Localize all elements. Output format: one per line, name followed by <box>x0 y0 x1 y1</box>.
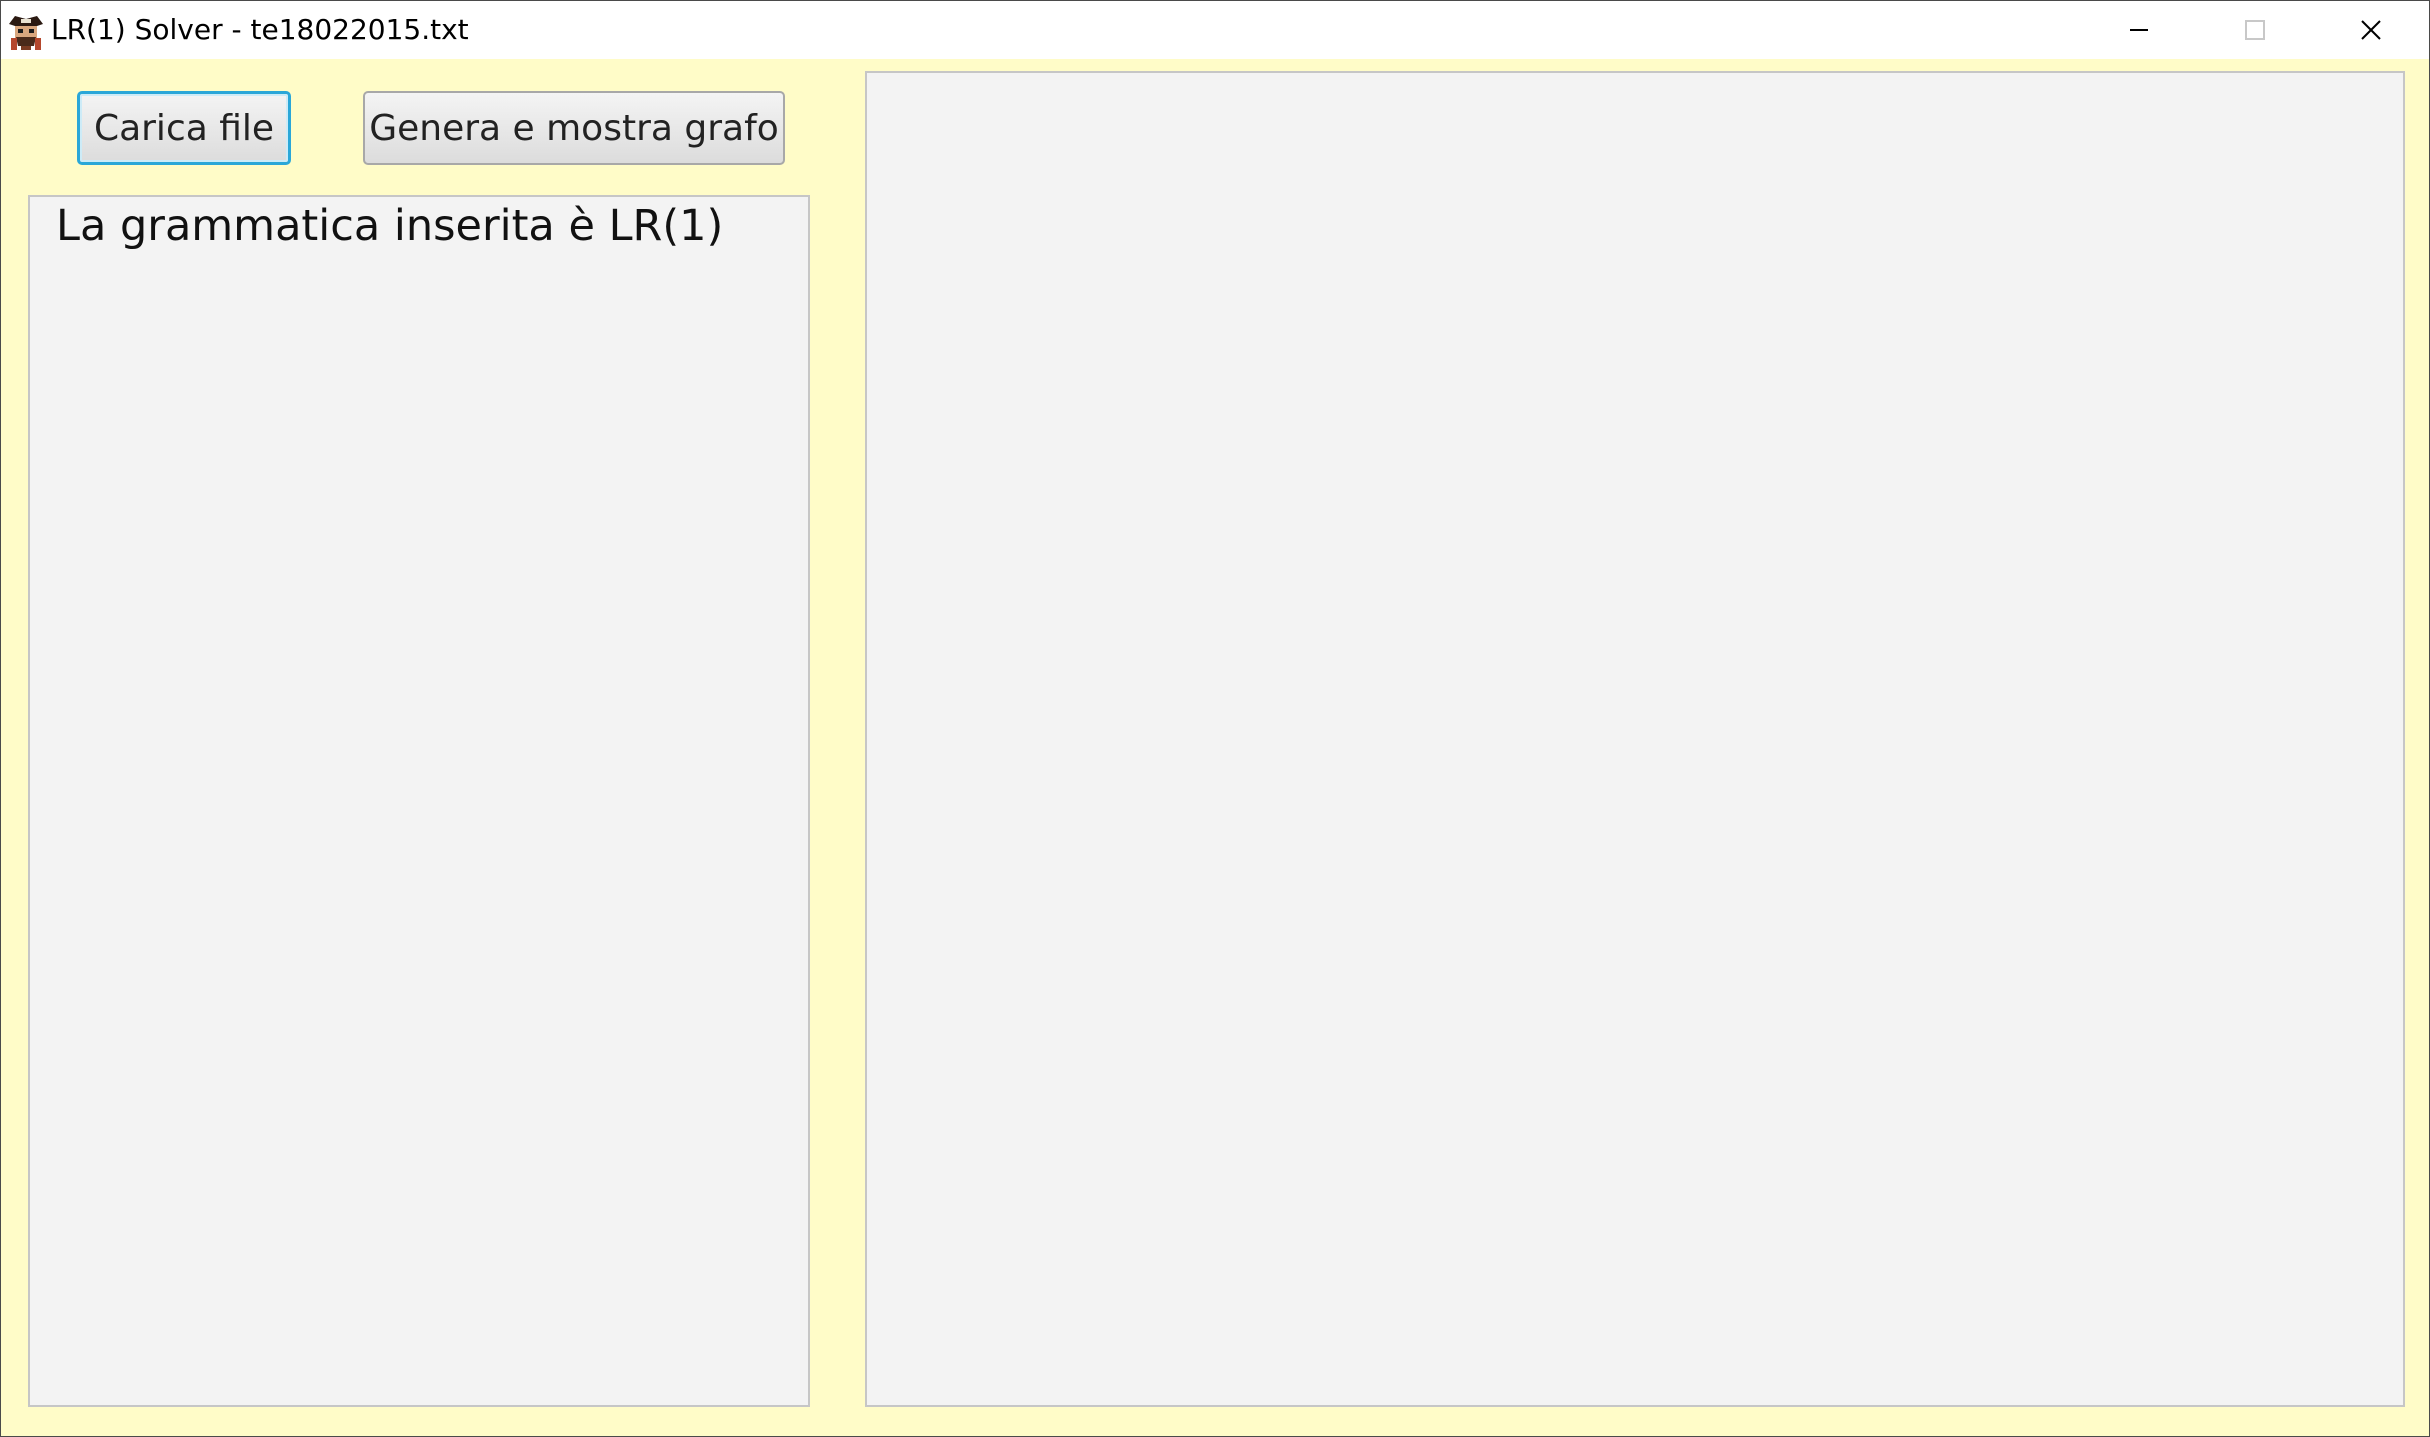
window-bottom-strip <box>1 1416 2429 1436</box>
graph-display-area[interactable] <box>865 71 2405 1407</box>
minimize-button[interactable] <box>2081 1 2197 59</box>
result-message: La grammatica inserita è LR(1) <box>56 201 724 251</box>
maximize-icon <box>2245 20 2265 40</box>
window-title: LR(1) Solver - te18022015.txt <box>51 13 469 46</box>
app-window: LR(1) Solver - te18022015.txt Carica fil… <box>0 0 2430 1437</box>
close-icon <box>2361 20 2381 40</box>
maximize-button[interactable] <box>2197 1 2313 59</box>
title-bar[interactable]: LR(1) Solver - te18022015.txt <box>1 1 2429 59</box>
close-button[interactable] <box>2313 1 2429 59</box>
main-content: Carica file Genera e mostra grafo La gra… <box>1 59 2429 1436</box>
generate-graph-button[interactable]: Genera e mostra grafo <box>363 91 785 165</box>
result-text-area[interactable]: La grammatica inserita è LR(1) <box>28 195 810 1407</box>
minimize-icon <box>2130 29 2148 31</box>
pirate-app-icon <box>9 16 43 50</box>
load-file-button[interactable]: Carica file <box>77 91 291 165</box>
